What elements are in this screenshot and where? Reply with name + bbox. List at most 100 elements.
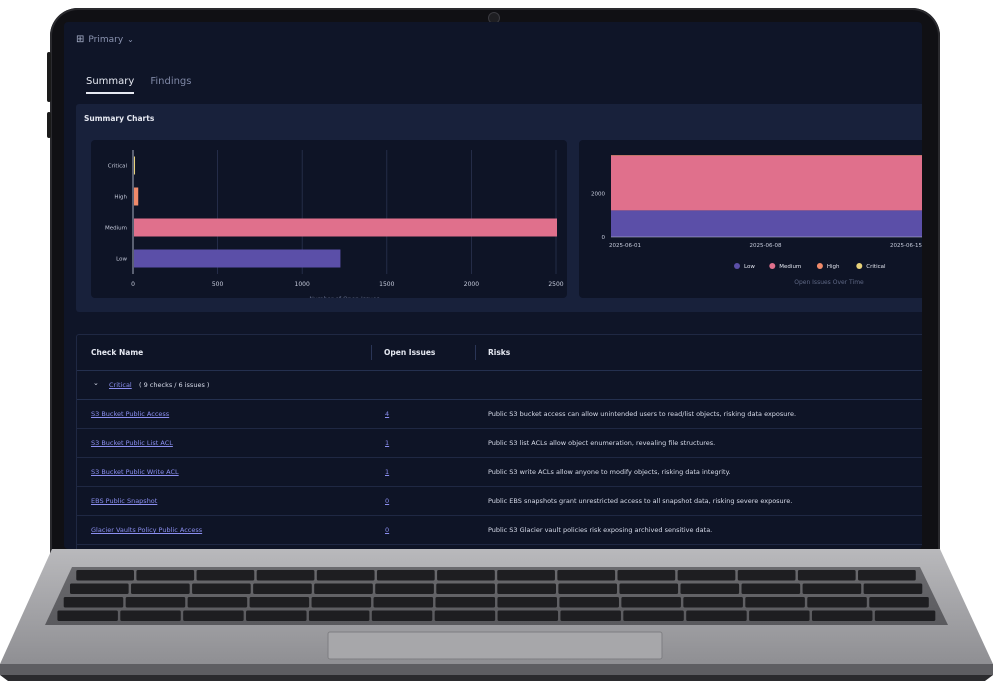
- checks-table: Check Name Open Issues Risks ⌄ Critical …: [76, 334, 922, 549]
- keyboard-key: [559, 597, 619, 608]
- chevron-down-icon[interactable]: ⌄: [93, 379, 99, 387]
- check-name-link[interactable]: S3 Bucket Public Access: [91, 410, 169, 418]
- table-header: Check Name Open Issues Risks: [77, 335, 922, 371]
- keyboard-key: [677, 570, 736, 581]
- keyboard-key: [745, 597, 805, 608]
- account-label: Primary: [88, 34, 124, 45]
- keyboard-key: [76, 570, 135, 581]
- keyboard-key: [558, 583, 618, 594]
- keyboard-key: [807, 597, 867, 608]
- x-tick-label: 2025-06-08: [750, 243, 782, 249]
- x-tick-label: 2000: [464, 281, 479, 288]
- bar-low: [134, 249, 341, 268]
- grid-icon: ⊞: [76, 34, 85, 45]
- y-tick-label: Medium: [105, 226, 127, 232]
- keyboard-key: [125, 597, 186, 608]
- group-link-critical[interactable]: Critical: [109, 381, 132, 389]
- x-tick-label: 2500: [548, 281, 563, 288]
- legend-label-low: Low: [744, 264, 755, 270]
- keyboard-key: [557, 570, 616, 581]
- check-name-link[interactable]: EBS Public Snapshot: [91, 497, 157, 505]
- bar-medium: [134, 218, 557, 237]
- legend-swatch-critical: [856, 263, 863, 269]
- keyboard-key: [63, 597, 124, 608]
- keyboard-key: [811, 610, 873, 621]
- keyboard-key: [737, 570, 796, 581]
- keyboard-key: [256, 570, 315, 581]
- risk-text: Public S3 list ACLs allow object enumera…: [488, 439, 716, 447]
- keyboard-key: [435, 597, 496, 608]
- risk-text: Public EBS snapshots grant unrestricted …: [488, 497, 793, 505]
- keyboard-key: [858, 570, 916, 581]
- keyboard-key: [311, 597, 372, 608]
- keyboard-key: [497, 597, 558, 608]
- table-row: S3 Bucket Public List ACL 1 Public S3 li…: [77, 429, 922, 458]
- keyboard-key: [373, 597, 434, 608]
- keyboard-key: [619, 583, 679, 594]
- keyboard-key: [187, 597, 248, 608]
- keyboard-key: [802, 583, 862, 594]
- keyboard-key: [621, 597, 681, 608]
- y-tick-label: 2000: [591, 191, 605, 197]
- laptop-screen: ⊞ Primary ⌄ Summary Findings Summary Cha…: [64, 22, 922, 549]
- keyboard-key: [683, 597, 743, 608]
- keyboard-key: [497, 570, 555, 581]
- keyboard-key: [57, 610, 118, 621]
- x-tick-label: 0: [131, 281, 135, 288]
- keyboard-key: [253, 583, 312, 594]
- legend-swatch-low: [734, 263, 740, 269]
- keyboard-key: [617, 570, 676, 581]
- y-tick-label: 0: [602, 235, 606, 241]
- open-issues-link[interactable]: 4: [385, 410, 389, 418]
- top-bar: ⊞ Primary ⌄: [64, 22, 922, 58]
- keyboard-key: [623, 610, 684, 621]
- group-summary: ( 9 checks / 6 issues ): [139, 381, 210, 389]
- check-name-link[interactable]: Glacier Vaults Policy Public Access: [91, 526, 202, 534]
- legend-swatch-high: [816, 263, 823, 269]
- account-selector[interactable]: ⊞ Primary ⌄: [76, 34, 134, 45]
- tab-findings[interactable]: Findings: [150, 76, 191, 94]
- group-row-critical[interactable]: ⌄ Critical ( 9 checks / 6 issues ): [77, 371, 922, 400]
- x-tick-label: 2025-06-01: [609, 243, 641, 249]
- check-name-link[interactable]: S3 Bucket Public List ACL: [91, 439, 173, 447]
- open-issues-link[interactable]: 0: [385, 497, 389, 505]
- legend-label-medium: Medium: [779, 264, 801, 270]
- panel-title: Summary Charts: [84, 114, 155, 123]
- open-issues-link[interactable]: 1: [385, 468, 389, 476]
- summary-charts-panel: Summary Charts 0 500 1000 1500 2000 2500 Criti…: [76, 104, 922, 312]
- keyboard-key: [560, 610, 621, 621]
- table-row: Glacier Vaults Policy Public Access 0 Pu…: [77, 516, 922, 545]
- area-high: [611, 155, 922, 156]
- keyboard-key: [192, 583, 251, 594]
- x-tick-label: 1500: [379, 281, 394, 288]
- laptop-keyboard-base: [0, 549, 993, 681]
- keyboard-key: [131, 583, 190, 594]
- base-edge: [0, 664, 993, 675]
- keyboard-key: [196, 570, 255, 581]
- check-name-link[interactable]: S3 Bucket Public Write ACL: [91, 468, 179, 476]
- column-header-check-name[interactable]: Check Name: [91, 348, 143, 357]
- keyboard-key: [680, 583, 740, 594]
- keyboard-key: [314, 583, 373, 594]
- column-header-risks[interactable]: Risks: [488, 348, 510, 357]
- area-low: [611, 210, 922, 237]
- open-issues-link[interactable]: 1: [385, 439, 389, 447]
- severity-bar-chart-card: 0 500 1000 1500 2000 2500 Critical High Medium Lo…: [91, 140, 567, 303]
- keyboard-key: [308, 610, 370, 621]
- side-button: [47, 52, 51, 102]
- column-header-open-issues[interactable]: Open Issues: [384, 348, 435, 357]
- table-row: S3 Bucket Public Write ACL 1 Public S3 w…: [77, 458, 922, 487]
- keyboard-key: [376, 570, 435, 581]
- column-divider: [371, 345, 372, 360]
- keyboard-key: [437, 570, 495, 581]
- tab-summary[interactable]: Summary: [86, 76, 135, 94]
- x-axis-label: Number of Open Issues: [309, 296, 379, 298]
- keyboard-key: [497, 610, 559, 621]
- keyboard-key: [869, 597, 929, 608]
- keyboard-key: [316, 570, 375, 581]
- y-tick-label: Low: [116, 257, 127, 263]
- keyboard-key: [246, 610, 307, 621]
- base-bottom: [0, 675, 993, 681]
- x-axis-label: Open Issues Over Time: [794, 279, 864, 286]
- open-issues-link[interactable]: 0: [385, 526, 389, 534]
